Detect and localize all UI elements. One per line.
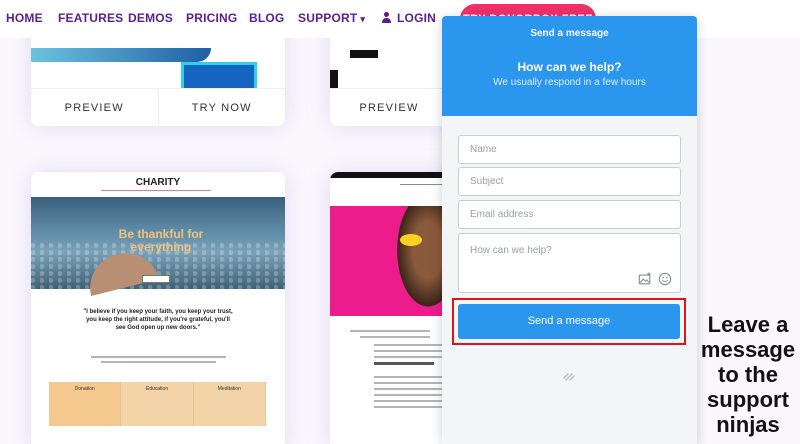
text-line [374, 382, 442, 384]
page: HOME FEATURES DEMOS PRICING BLOG SUPPORT… [0, 0, 800, 444]
chat-form: Name Subject Email address How can we he… [442, 116, 697, 444]
nav-support-label: SUPPORT [298, 11, 358, 25]
chat-title: Send a message [530, 28, 609, 39]
brand-logo-icon [563, 373, 575, 381]
feature-title: Education [145, 386, 169, 392]
image-attach-icon[interactable] [638, 272, 652, 286]
charity-hero-button [142, 275, 170, 283]
text-line [374, 376, 442, 378]
text-line [101, 361, 216, 363]
preview-button[interactable]: PREVIEW [31, 89, 158, 126]
text-line [91, 356, 226, 358]
emoji-icon[interactable] [658, 272, 672, 286]
text-line [374, 344, 442, 346]
nav-features[interactable]: FEATURES [58, 11, 123, 25]
try-now-button[interactable]: TRY NOW [157, 89, 286, 126]
feature-column: Meditation [193, 382, 266, 426]
wave-graphic [31, 48, 211, 62]
text-line [350, 330, 430, 332]
card-actions-1: PREVIEW TRY NOW [31, 88, 285, 126]
thumbnail-bar [330, 70, 338, 88]
email-field[interactable]: Email address [458, 200, 681, 229]
text-line [374, 388, 442, 390]
message-field-icons [638, 272, 672, 286]
feature-title: Meditation [217, 386, 241, 392]
text-line [374, 400, 442, 402]
nav-demos[interactable]: DEMOS [128, 11, 173, 25]
feature-title: Donation [74, 386, 95, 392]
chat-widget: Send a message How can we help? We usual… [442, 16, 697, 444]
name-field[interactable]: Name [458, 135, 681, 164]
charity-template-thumbnail: CHARITY Be thankful for everything "I be… [31, 172, 285, 444]
charity-feature-columns: Donation Education Meditation [49, 382, 266, 426]
chevron-down-icon: ▾ [360, 14, 366, 24]
nav-pricing[interactable]: PRICING [186, 11, 237, 25]
user-icon [381, 12, 392, 23]
chat-subheading: We usually respond in a few hours [493, 77, 646, 88]
charity-hero-text: Be thankful for everything [118, 227, 204, 254]
nav-blog[interactable]: BLOG [249, 11, 284, 25]
text-line [360, 336, 430, 338]
charity-quote: "I believe if you keep your faith, you k… [83, 309, 233, 331]
text-line [374, 406, 442, 408]
text-line [374, 362, 434, 365]
nav-login[interactable]: LOGIN [381, 11, 436, 25]
charity-menu-line [101, 190, 211, 191]
chat-header: Send a message How can we help? We usual… [442, 16, 697, 116]
nav-support[interactable]: SUPPORT ▾ [298, 11, 365, 25]
message-field[interactable]: How can we help? [458, 233, 681, 293]
text-line [374, 356, 442, 358]
thumbnail-mini-button [350, 50, 378, 58]
send-message-button[interactable]: Send a message [458, 304, 680, 339]
template-card-3: CHARITY Be thankful for everything "I be… [31, 172, 285, 444]
subject-field[interactable]: Subject [458, 167, 681, 196]
nav-home[interactable]: HOME [6, 11, 43, 25]
preview-button[interactable]: PREVIEW [330, 89, 448, 126]
message-placeholder: How can we help? [470, 245, 552, 256]
frame-graphic [181, 62, 257, 88]
text-line [374, 394, 442, 396]
annotation-caption: Leave a message to the support ninjas [700, 312, 796, 437]
send-button-highlight: Send a message [452, 298, 686, 345]
text-line [374, 350, 442, 352]
chat-heading: How can we help? [517, 60, 622, 74]
feature-column: Education [121, 382, 194, 426]
feature-column: Donation [49, 382, 122, 426]
charity-site-title: CHARITY [135, 177, 181, 188]
nav-login-label: LOGIN [397, 11, 436, 25]
